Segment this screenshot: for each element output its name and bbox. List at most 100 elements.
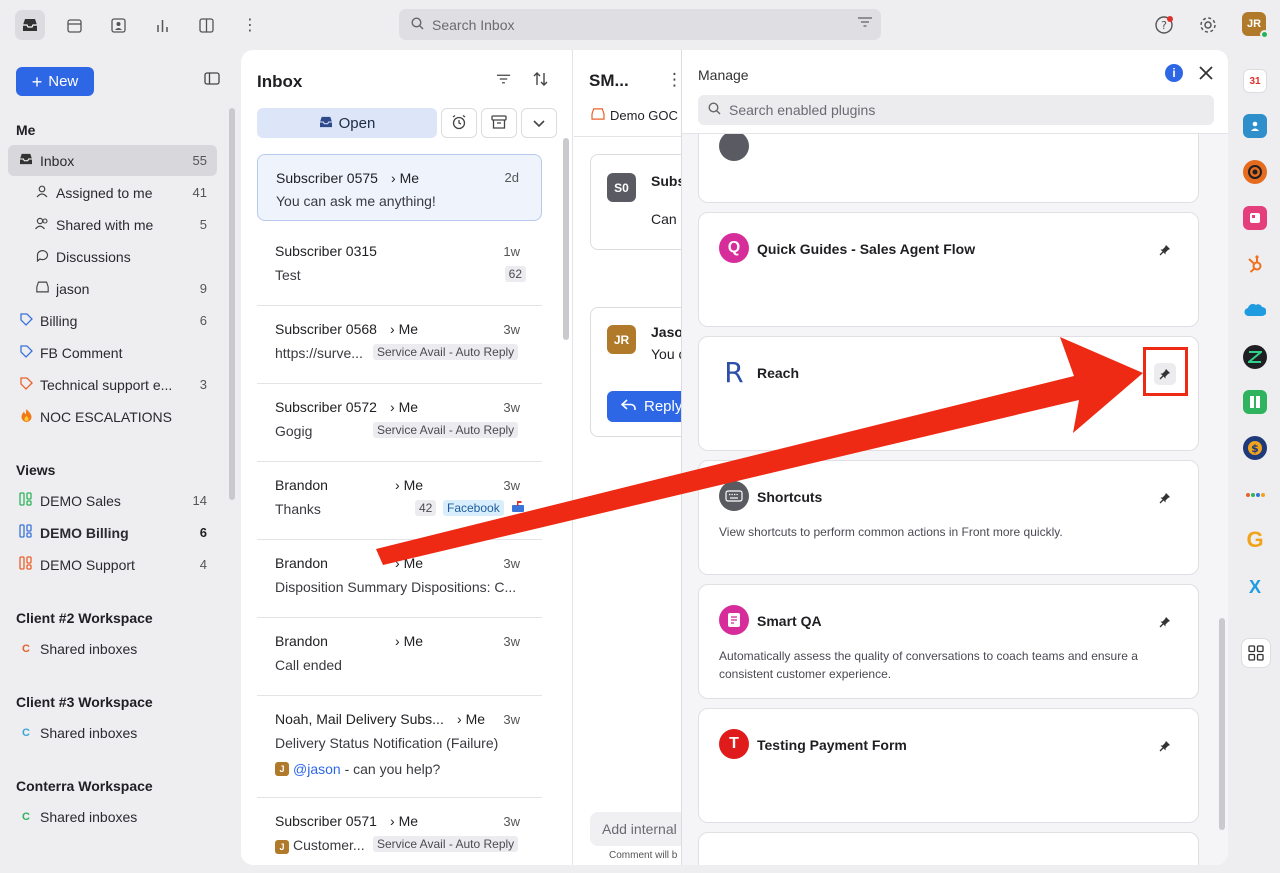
comment-input-placeholder: Add internal	[602, 821, 677, 837]
search-bar[interactable]: Search Inbox	[399, 9, 881, 40]
sidebar-item-noc-escalations[interactable]: NOC ESCALATIONS	[8, 401, 217, 432]
chevron-right-icon: ›	[457, 711, 462, 727]
inbox-icon[interactable]	[15, 10, 45, 40]
copyright-app-icon[interactable]	[1243, 160, 1267, 184]
dots-app-icon[interactable]	[1243, 483, 1267, 507]
annotation-highlight-box	[1143, 347, 1188, 396]
table-row[interactable]: Subscriber 0315 1w Test 62	[257, 228, 542, 306]
conversation-time: 1w	[503, 244, 520, 259]
table-row[interactable]: Subscriber 0568 › Me 3w https://surve...…	[257, 306, 542, 384]
x-app-icon[interactable]: X	[1243, 575, 1267, 599]
info-icon[interactable]: i	[1165, 64, 1183, 82]
more-vertical-icon[interactable]: ⋮	[235, 10, 265, 40]
apps-grid-icon[interactable]	[1241, 638, 1271, 668]
svg-text:?: ?	[1161, 19, 1167, 32]
conversation-title: SM...	[589, 71, 629, 90]
gear-icon[interactable]	[1193, 10, 1223, 40]
calendar-day: 31	[1249, 75, 1261, 87]
pin-icon[interactable]	[1154, 735, 1176, 757]
hubspot-icon[interactable]	[1243, 252, 1267, 276]
message-count-badge: 62	[504, 266, 526, 282]
dollar-app-icon[interactable]: $	[1243, 436, 1267, 460]
pin-icon[interactable]	[1154, 239, 1176, 261]
sidebar-item-shared-inboxes[interactable]: C Shared inboxes	[8, 801, 217, 832]
sidebar-item-count: 6	[199, 313, 207, 328]
plus-icon: +	[31, 71, 43, 92]
contact-card-icon[interactable]	[1243, 114, 1267, 138]
archived-filter-button[interactable]	[481, 108, 517, 138]
pin-icon[interactable]	[1154, 611, 1176, 633]
sort-icon[interactable]	[533, 72, 548, 90]
plugin-search-input[interactable]: Search enabled plugins	[698, 95, 1214, 125]
contacts-icon[interactable]	[103, 10, 133, 40]
salesforce-icon[interactable]	[1243, 298, 1267, 322]
sidebar-item-label: Shared inboxes	[40, 724, 138, 741]
panel-title: Manage	[698, 67, 749, 83]
google-calendar-icon[interactable]: 31	[1243, 69, 1267, 93]
sidebar-item-label: Shared with me	[56, 216, 154, 233]
calendar-icon[interactable]	[59, 10, 89, 40]
tag-badge: Service Avail - Auto Reply	[373, 344, 519, 360]
table-row[interactable]: Noah, Mail Delivery Subs... › Me 3w Deli…	[257, 696, 542, 798]
filter-icon[interactable]	[496, 72, 511, 89]
inbox-chip[interactable]: Demo GOC	[591, 108, 678, 123]
sidebar-item-technical-support[interactable]: Technical support e... 3	[8, 369, 217, 400]
form-app-icon[interactable]	[1243, 206, 1267, 230]
table-row[interactable]: Brandon › Me 3w Call ended	[257, 618, 542, 696]
sidebar-item-assigned-to-me[interactable]: Assigned to me 41	[8, 177, 217, 208]
pin-icon[interactable]	[1154, 487, 1176, 509]
plugin-card[interactable]	[698, 832, 1199, 865]
snoozed-filter-button[interactable]	[441, 108, 477, 138]
sidebar-item-demo-billing[interactable]: DEMO Billing 6	[8, 517, 217, 548]
online-status-dot	[1260, 30, 1269, 39]
split-view-icon[interactable]	[191, 10, 221, 40]
page-title: Inbox	[257, 72, 303, 91]
panel-scrollbar[interactable]	[1219, 618, 1225, 830]
sidebar-item-inbox[interactable]: Inbox 55	[8, 145, 217, 176]
filter-icon[interactable]	[857, 15, 873, 31]
conversation-snippet: Gogig	[275, 423, 313, 439]
sidebar-item-discussions[interactable]: Discussions	[8, 241, 217, 272]
tag-icon	[14, 312, 38, 329]
sidebar-item-shared-inboxes[interactable]: C Shared inboxes	[8, 717, 217, 748]
sidebar-item-jason[interactable]: jason 9	[8, 273, 217, 304]
fire-icon	[14, 408, 38, 425]
mention-link[interactable]: @jason	[293, 761, 341, 777]
close-icon[interactable]	[1198, 61, 1214, 87]
plugin-card-reach[interactable]: R Reach	[698, 336, 1199, 451]
panel-header: Manage i Search enabled plugins	[682, 50, 1228, 134]
help-icon[interactable]: ?	[1149, 10, 1179, 40]
collapse-sidebar-icon[interactable]	[204, 72, 220, 88]
sidebar-scrollbar[interactable]	[229, 108, 235, 500]
new-button[interactable]: + New	[16, 67, 94, 96]
open-filter-label: Open	[338, 114, 376, 132]
conversation-list-scrollbar[interactable]	[563, 138, 569, 340]
sidebar-item-demo-support[interactable]: DEMO Support 4	[8, 549, 217, 580]
analytics-icon[interactable]	[147, 10, 177, 40]
plugin-card-smart-qa[interactable]: Smart QA Automatically assess the qualit…	[698, 584, 1199, 699]
plugin-card-testing-payment-form[interactable]: T Testing Payment Form	[698, 708, 1199, 823]
more-filters-button[interactable]	[521, 108, 557, 138]
table-row[interactable]: Subscriber 0571 › Me 3w J Customer... Se…	[257, 798, 542, 865]
plugin-card-shortcuts[interactable]: Shortcuts View shortcuts to perform comm…	[698, 460, 1199, 575]
table-row[interactable]: Subscriber 0575 › Me 2d You can ask me a…	[257, 154, 542, 221]
sidebar-item-demo-sales[interactable]: DEMO Sales 14	[8, 485, 217, 516]
manage-plugins-panel: Manage i Search enabled plugins Q Quick …	[681, 50, 1228, 865]
user-avatar[interactable]: JR	[1242, 12, 1269, 39]
plugin-card-quick-guides[interactable]: Q Quick Guides - Sales Agent Flow	[698, 212, 1199, 327]
sidebar-item-fb-comment[interactable]: FB Comment	[8, 337, 217, 368]
table-row[interactable]: Subscriber 0572 › Me 3w Gogig Service Av…	[257, 384, 542, 462]
workspace-heading: Client #2 Workspace	[16, 610, 153, 626]
table-row[interactable]: Brandon › Me 3w Thanks 42 Facebook	[257, 462, 542, 540]
sidebar-item-billing[interactable]: Billing 6	[8, 305, 217, 336]
svg-text:$: $	[1251, 442, 1259, 455]
table-row[interactable]: Brandon › Me 3w Disposition Summary Disp…	[257, 540, 542, 618]
open-filter-button[interactable]: Open	[257, 108, 437, 138]
zendesk-icon[interactable]	[1243, 345, 1267, 369]
workspace-heading: Conterra Workspace	[16, 778, 153, 794]
sidebar-item-shared-inboxes[interactable]: C Shared inboxes	[8, 633, 217, 664]
sidebar-item-shared-with-me[interactable]: Shared with me 5	[8, 209, 217, 240]
book-app-icon[interactable]	[1243, 390, 1267, 414]
g-app-icon[interactable]: G	[1243, 527, 1267, 552]
conversation-time: 2d	[504, 170, 519, 185]
